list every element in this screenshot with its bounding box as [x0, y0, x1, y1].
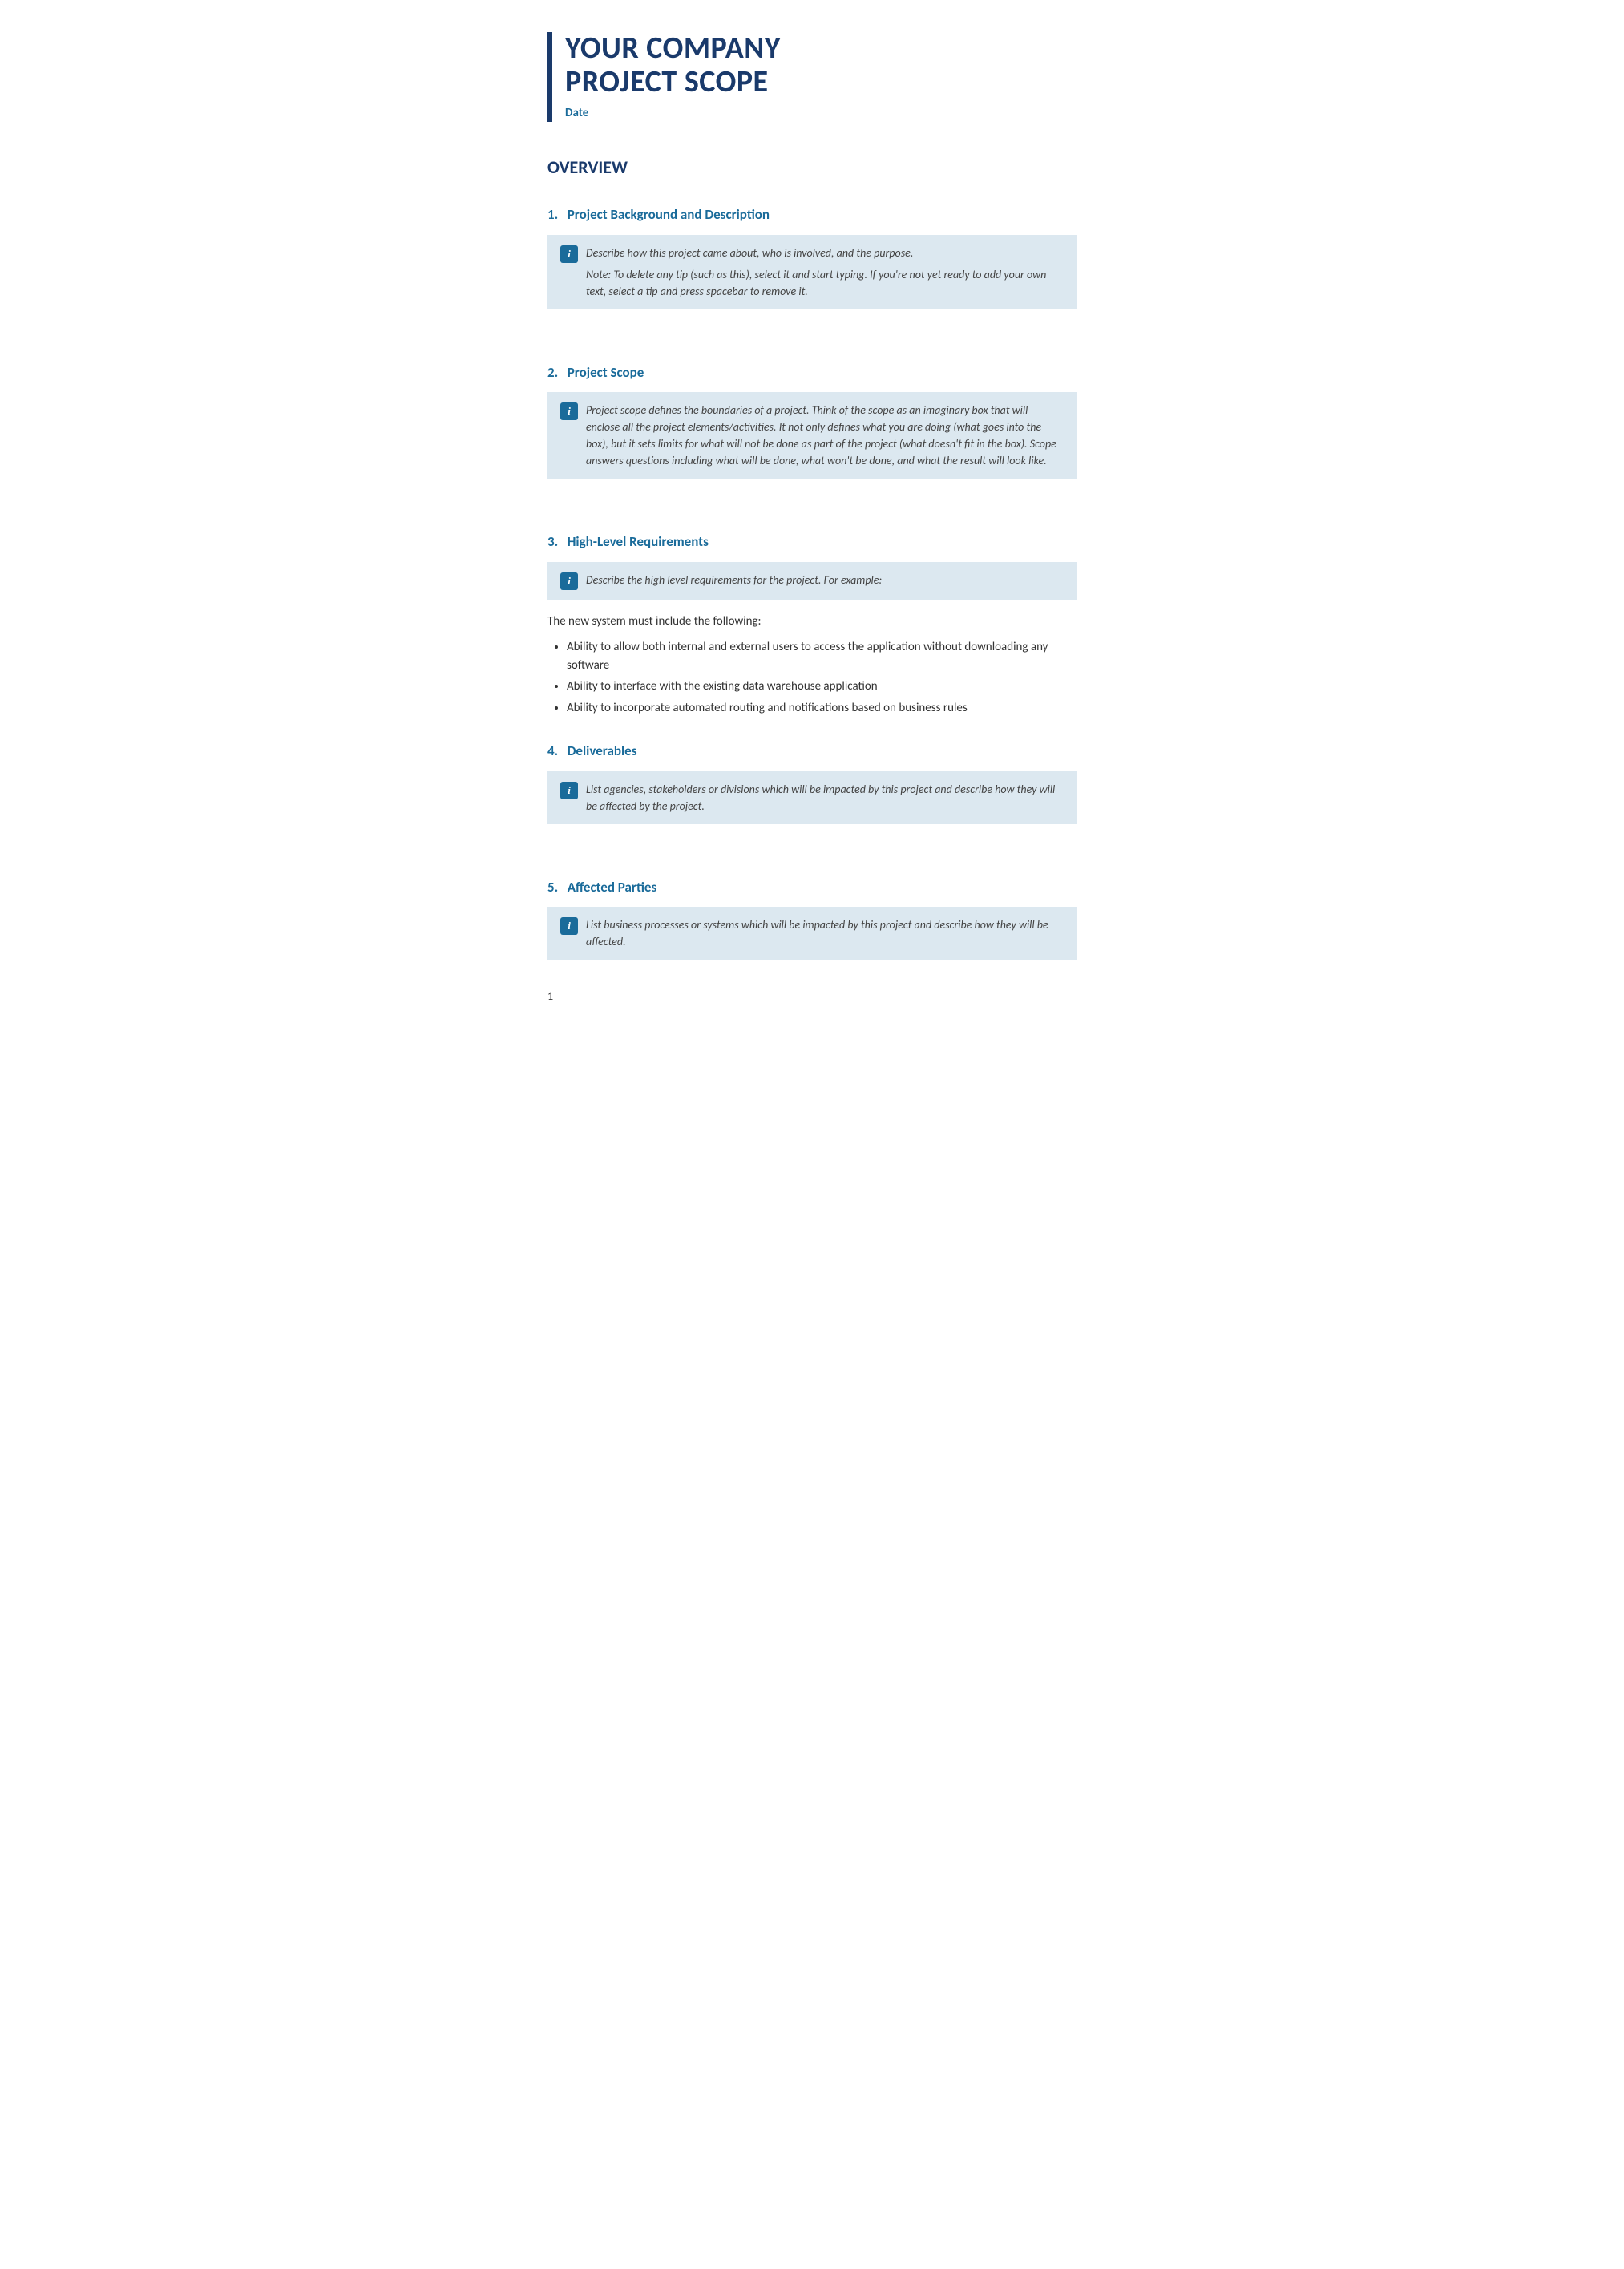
info-icon-1: i — [560, 245, 578, 263]
header-section: YOUR COMPANY PROJECT SCOPE Date — [547, 32, 1077, 122]
section-4-number: 4. — [547, 742, 558, 759]
section-3-heading: 3. High-Level Requirements — [547, 532, 1077, 552]
section-3-info-box: i Describe the high level requirements f… — [547, 562, 1077, 600]
section-1-number: 1. — [547, 206, 558, 223]
section-5-number: 5. — [547, 879, 558, 896]
section-4-info-text: List agencies, stakeholders or divisions… — [586, 781, 1064, 815]
info-icon-3: i — [560, 572, 578, 590]
title-line1: YOUR COMPANY — [565, 30, 781, 67]
page: YOUR COMPANY PROJECT SCOPE Date OVERVIEW… — [499, 0, 1125, 1021]
section-3-info-text: Describe the high level requirements for… — [586, 572, 882, 588]
header-accent-bar — [547, 32, 552, 122]
main-title: YOUR COMPANY PROJECT SCOPE — [565, 32, 1077, 99]
bullet-item: Ability to interface with the existing d… — [567, 677, 1077, 696]
section-5-info-box: i List business processes or systems whi… — [547, 907, 1077, 960]
section-4-heading: 4. Deliverables — [547, 741, 1077, 762]
section-1-info-content: Describe how this project came about, wh… — [586, 245, 1064, 300]
section-1-title: Project Background and Description — [568, 206, 770, 223]
section-1-info-box: i Describe how this project came about, … — [547, 235, 1077, 309]
date-label: Date — [565, 104, 1077, 123]
section-3-body-text: The new system must include the followin… — [547, 613, 1077, 631]
section-5-info-text: List business processes or systems which… — [586, 916, 1064, 950]
section-4-title: Deliverables — [568, 742, 637, 759]
section-2-heading: 2. Project Scope — [547, 362, 1077, 383]
section-2-info-box: i Project scope defines the boundaries o… — [547, 392, 1077, 479]
section-2-number: 2. — [547, 364, 558, 381]
info-icon-4: i — [560, 782, 578, 799]
section-3-bullet-list: Ability to allow both internal and exter… — [567, 638, 1077, 717]
bullet-item: Ability to incorporate automated routing… — [567, 699, 1077, 718]
bullet-item: Ability to allow both internal and exter… — [567, 638, 1077, 674]
section-3-number: 3. — [547, 533, 558, 550]
header-content: YOUR COMPANY PROJECT SCOPE Date — [565, 32, 1077, 122]
section-1-info-text: Describe how this project came about, wh… — [586, 245, 1064, 261]
section-5-heading: 5. Affected Parties — [547, 877, 1077, 898]
section-5-title: Affected Parties — [568, 879, 657, 896]
page-number: 1 — [547, 988, 553, 1005]
section-2-title: Project Scope — [568, 364, 644, 381]
section-1-note-text: Note: To delete any tip (such as this), … — [586, 266, 1064, 300]
overview-heading: OVERVIEW — [547, 154, 1077, 180]
info-icon-5: i — [560, 917, 578, 935]
section-1-heading: 1. Project Background and Description — [547, 204, 1077, 225]
section-3-title: High-Level Requirements — [568, 533, 709, 550]
info-icon-2: i — [560, 402, 578, 420]
section-2-info-text: Project scope defines the boundaries of … — [586, 402, 1064, 469]
section-4-info-box: i List agencies, stakeholders or divisio… — [547, 771, 1077, 824]
title-line2: PROJECT SCOPE — [565, 63, 769, 100]
